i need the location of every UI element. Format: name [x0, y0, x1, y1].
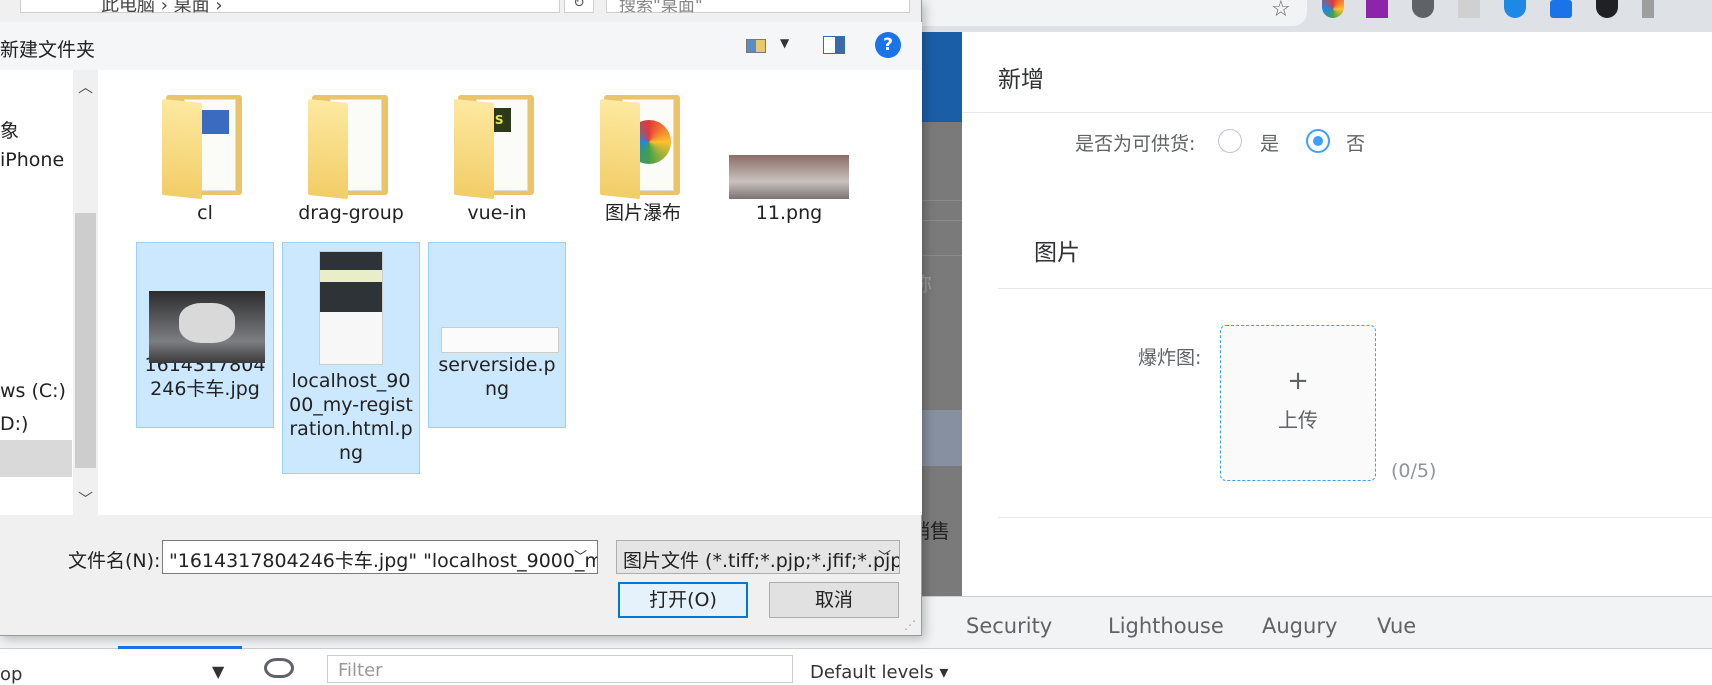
context-selector[interactable]: op [0, 664, 22, 685]
scroll-up-icon[interactable]: ︿ [73, 76, 98, 97]
plus-icon: + [1287, 366, 1309, 396]
camera-extension-icon[interactable] [1550, 0, 1572, 18]
scroll-down-icon[interactable]: ﹀ [73, 488, 98, 509]
divider [962, 112, 1712, 113]
file-list: cl drag-group JS vue-in 图片瀑布 11.png 1614… [98, 70, 922, 515]
devtools-tab-augury[interactable]: Augury [1262, 614, 1337, 638]
rp-extension-icon[interactable] [1366, 0, 1388, 18]
file-item-serverside-png[interactable]: serverside.png [428, 242, 566, 428]
image-thumbnail [291, 243, 411, 369]
nav-item-selected[interactable] [0, 440, 72, 477]
image-thumbnail [729, 91, 849, 201]
image-thumbnail [437, 243, 559, 353]
file-item-folder-drag-group[interactable]: drag-group [282, 90, 420, 226]
new-folder-button[interactable]: 新建文件夹 [0, 35, 95, 62]
devtools-tab-vue[interactable]: Vue [1377, 614, 1416, 638]
upload-label: 上传 [1278, 408, 1318, 432]
address-bar[interactable] [905, 0, 1307, 26]
chevron-down-icon[interactable]: ﹀ [574, 546, 587, 565]
dialog-toolbar: 新建文件夹 ▼ ? [0, 22, 922, 70]
radio-no-label[interactable]: 否 [1346, 129, 1365, 156]
filetype-select[interactable]: 图片文件 (*.tiff;*.pjp;*.jfif;*.pjpeg [616, 540, 900, 574]
file-item-11-png[interactable]: 11.png [720, 90, 858, 226]
drawer-title: 新增 [998, 67, 1044, 93]
breadcrumb[interactable]: 此电脑 › 桌面 › [101, 0, 223, 17]
help-icon[interactable]: ? [875, 32, 901, 58]
nav-item-drive-d[interactable]: D:) [0, 413, 28, 435]
filename-label: 文件名(N): [68, 550, 161, 572]
refresh-icon[interactable]: ↻ [564, 0, 594, 13]
dialog-search-input[interactable]: 搜索"桌面" [606, 0, 910, 16]
file-item-truck-jpg[interactable]: 1614317804246卡车.jpg [136, 242, 274, 428]
folder-icon [162, 91, 248, 201]
folder-icon [600, 91, 686, 201]
file-item-folder-vue-in[interactable]: JS vue-in [428, 90, 566, 226]
eye-icon[interactable] [264, 658, 294, 678]
puzzle-extension-icon[interactable] [1642, 0, 1654, 18]
file-name: drag-group [298, 202, 404, 224]
chevron-down-icon[interactable]: ﹀ [878, 546, 891, 565]
devtools-tab-lighthouse[interactable]: Lighthouse [1108, 614, 1224, 638]
file-open-dialog: 此电脑 › 桌面 › ↻ 搜索"桌面" 新建文件夹 ▼ ? 象 iPhone w… [0, 0, 922, 636]
filename-input[interactable]: "1614317804246卡车.jpg" "localhost_9000_my [162, 540, 598, 574]
upload-button[interactable]: + 上传 [1220, 325, 1376, 481]
file-name: vue-in [467, 202, 527, 224]
file-name: localhost_9000_my-registration.html.png [289, 370, 413, 464]
resize-grip-icon[interactable]: ⋰ [904, 618, 916, 632]
image-section-title: 图片 [1034, 240, 1080, 266]
preview-pane-icon[interactable] [823, 36, 845, 54]
chevron-down-icon[interactable]: ▼ [212, 662, 224, 681]
file-name: 图片瀑布 [604, 202, 681, 224]
file-name: cl [197, 202, 213, 224]
folder-icon: JS [454, 91, 540, 201]
star-icon[interactable]: ☆ [1271, 0, 1291, 21]
nav-item-objects[interactable]: 象 [0, 116, 19, 143]
radio-yes-label[interactable]: 是 [1260, 129, 1279, 156]
scrollbar-thumb[interactable] [75, 213, 96, 468]
log-levels-dropdown[interactable]: Default levels ▾ [810, 662, 948, 683]
change-view-icon[interactable] [746, 39, 766, 53]
nav-scrollbar[interactable]: ︿ ﹀ [73, 70, 98, 515]
file-item-folder-image-waterfall[interactable]: 图片瀑布 [574, 90, 712, 226]
image-thumbnail [145, 243, 265, 363]
cancel-button[interactable]: 取消 [769, 582, 899, 618]
file-item-folder-cl[interactable]: cl [136, 90, 274, 226]
devtools-tab-security[interactable]: Security [966, 614, 1052, 638]
radio-yes[interactable] [1218, 129, 1242, 153]
dialog-address-bar[interactable]: 此电脑 › 桌面 › [20, 0, 560, 16]
explode-image-label: 爆炸图: [1138, 347, 1202, 369]
chevron-down-icon[interactable]: ▼ [780, 36, 789, 50]
console-filter-input[interactable]: Filter [327, 655, 793, 683]
upload-count: (0/5) [1391, 460, 1437, 482]
divider [998, 288, 1712, 289]
open-button[interactable]: 打开(O) [618, 582, 748, 618]
grey-extension-icon[interactable] [1458, 0, 1480, 18]
nav-item-iphone[interactable]: iPhone [0, 149, 64, 171]
radio-no[interactable] [1306, 129, 1330, 153]
file-name: serverside.png [438, 354, 556, 400]
search-placeholder: 搜索"桌面" [619, 0, 703, 16]
nav-item-drive-c[interactable]: ws (C:) [0, 380, 66, 402]
divider [998, 517, 1712, 518]
folder-icon [308, 91, 394, 201]
supply-label: 是否为可供货: [1075, 133, 1196, 155]
add-drawer [962, 32, 1712, 596]
active-tab-indicator [118, 646, 242, 649]
file-item-localhost-png[interactable]: localhost_9000_my-registration.html.png [282, 242, 420, 474]
file-name: 11.png [755, 202, 823, 224]
